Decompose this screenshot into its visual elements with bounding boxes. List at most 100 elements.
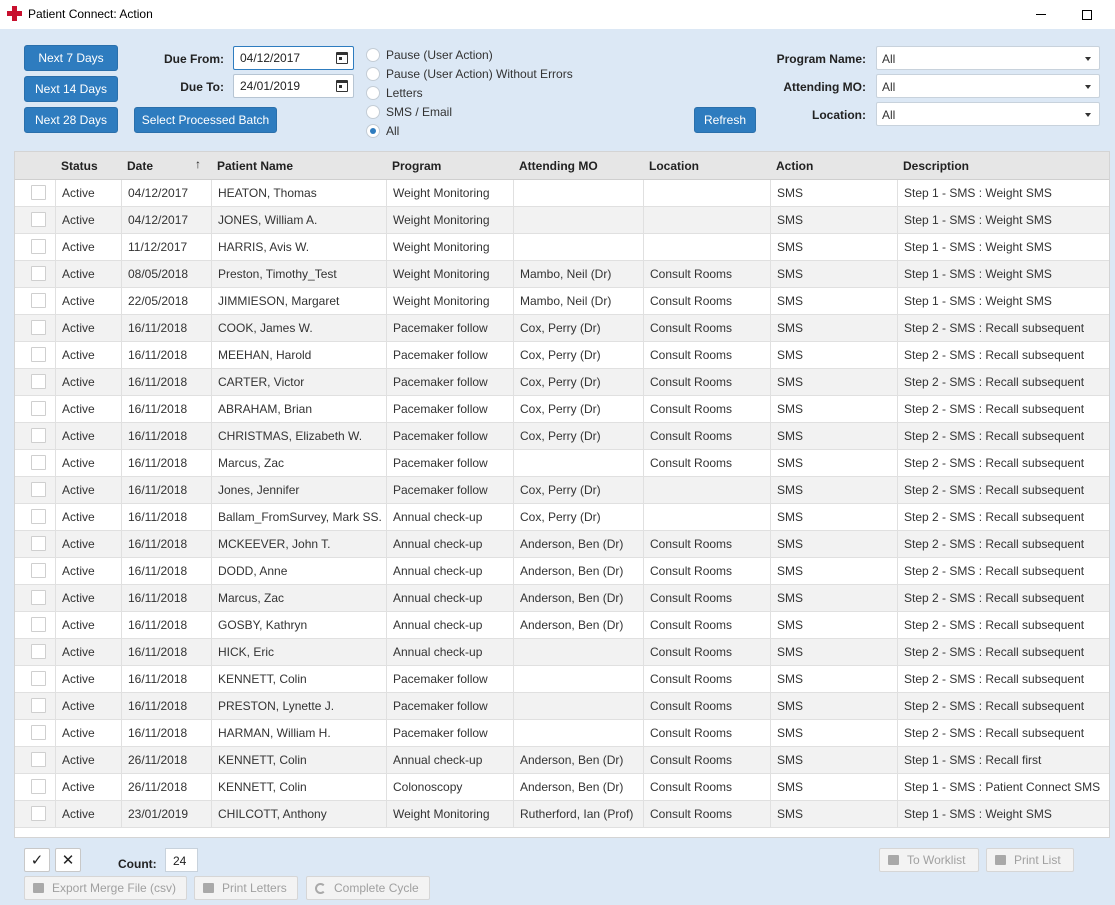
column-header-action[interactable]: Action: [776, 152, 813, 180]
location-select[interactable]: All: [876, 102, 1100, 126]
cell-location: Consult Rooms: [643, 315, 770, 342]
row-checkbox[interactable]: [31, 779, 46, 794]
column-header-patient-name[interactable]: Patient Name: [217, 152, 293, 180]
table-row[interactable]: Active 26/11/2018 KENNETT, Colin Colonoscop…: [15, 774, 1109, 801]
radio-indicator[interactable]: [366, 66, 380, 81]
cell-program: Pacemaker follow: [386, 315, 513, 342]
due-from-label: Due From:: [164, 52, 224, 66]
radio-sms-email[interactable]: SMS / Email: [366, 102, 452, 121]
maximize-button[interactable]: [1064, 0, 1110, 29]
cell-patient-name: HEATON, Thomas: [211, 180, 386, 207]
radio-indicator-selected[interactable]: [366, 123, 380, 138]
to-worklist-button[interactable]: To Worklist: [879, 848, 979, 872]
table-row[interactable]: Active 16/11/2018 Ballam_FromSurvey, Mark …: [15, 504, 1109, 531]
column-header-location[interactable]: Location: [649, 152, 699, 180]
row-checkbox[interactable]: [31, 239, 46, 254]
row-checkbox[interactable]: [31, 455, 46, 470]
radio-pause-without-errors[interactable]: Pause (User Action) Without Errors: [366, 64, 573, 83]
table-row[interactable]: Active 16/11/2018 HARMAN, William H. Pacema…: [15, 720, 1109, 747]
due-from-field[interactable]: 04/12/2017: [233, 46, 354, 70]
table-row[interactable]: Active 11/12/2017 HARRIS, Avis W. Weight Mo…: [15, 234, 1109, 261]
row-checkbox[interactable]: [31, 671, 46, 686]
complete-cycle-button[interactable]: Complete Cycle: [306, 876, 430, 900]
column-header-date[interactable]: Date ↑: [127, 152, 227, 180]
cell-patient-name: Jones, Jennifer: [211, 477, 386, 504]
table-row[interactable]: Active 16/11/2018 Jones, Jennifer Pacemaker…: [15, 477, 1109, 504]
table-row[interactable]: Active 26/11/2018 KENNETT, Colin Annual che…: [15, 747, 1109, 774]
cell-attending-mo: Anderson, Ben (Dr): [513, 612, 643, 639]
table-row[interactable]: Active 16/11/2018 MEEHAN, Harold Pacemaker …: [15, 342, 1109, 369]
cell-action: SMS: [770, 288, 897, 315]
table-row[interactable]: Active 23/01/2019 CHILCOTT, Anthony Weight …: [15, 801, 1109, 828]
calendar-icon[interactable]: [336, 52, 348, 64]
column-header-description[interactable]: Description: [903, 152, 969, 180]
row-checkbox[interactable]: [31, 644, 46, 659]
main-content: Next 7 Days Next 14 Days Next 28 Days Se…: [0, 29, 1115, 905]
next-7-days-button[interactable]: Next 7 Days: [24, 45, 118, 71]
row-checkbox[interactable]: [31, 185, 46, 200]
row-checkbox[interactable]: [31, 725, 46, 740]
radio-letters[interactable]: Letters: [366, 83, 423, 102]
table-row[interactable]: Active 16/11/2018 Marcus, Zac Pacemaker fol…: [15, 450, 1109, 477]
row-checkbox[interactable]: [31, 266, 46, 281]
row-checkbox[interactable]: [31, 806, 46, 821]
row-checkbox[interactable]: [31, 590, 46, 605]
row-checkbox[interactable]: [31, 212, 46, 227]
due-to-value: 24/01/2019: [240, 79, 301, 93]
cell-action: SMS: [770, 504, 897, 531]
table-row[interactable]: Active 16/11/2018 PRESTON, Lynette J. Pacem…: [15, 693, 1109, 720]
column-header-program[interactable]: Program: [392, 152, 441, 180]
due-to-field[interactable]: 24/01/2019: [233, 74, 354, 98]
clear-selection-button[interactable]: ✕: [55, 848, 81, 872]
table-row[interactable]: Active 16/11/2018 MCKEEVER, John T. Annual …: [15, 531, 1109, 558]
calendar-icon[interactable]: [336, 80, 348, 92]
row-checkbox[interactable]: [31, 617, 46, 632]
program-name-select[interactable]: All: [876, 46, 1100, 70]
cell-description: Step 2 - SMS : Recall subsequent: [897, 504, 1109, 531]
export-merge-file-button[interactable]: Export Merge File (csv): [24, 876, 187, 900]
table-row[interactable]: Active 16/11/2018 CHRISTMAS, Elizabeth W. P…: [15, 423, 1109, 450]
row-checkbox[interactable]: [31, 563, 46, 578]
row-checkbox[interactable]: [31, 347, 46, 362]
row-checkbox[interactable]: [31, 428, 46, 443]
radio-indicator[interactable]: [366, 104, 380, 119]
cell-action: SMS: [770, 585, 897, 612]
next-14-days-button[interactable]: Next 14 Days: [24, 76, 118, 102]
row-checkbox[interactable]: [31, 374, 46, 389]
table-row[interactable]: Active 16/11/2018 GOSBY, Kathryn Annual che…: [15, 612, 1109, 639]
table-row[interactable]: Active 16/11/2018 Marcus, Zac Annual check-…: [15, 585, 1109, 612]
table-row[interactable]: Active 16/11/2018 HICK, Eric Annual check-u…: [15, 639, 1109, 666]
table-row[interactable]: Active 16/11/2018 DODD, Anne Annual check-u…: [15, 558, 1109, 585]
row-checkbox[interactable]: [31, 509, 46, 524]
radio-indicator[interactable]: [366, 85, 380, 100]
radio-pause-user-action[interactable]: Pause (User Action): [366, 45, 493, 64]
row-checkbox[interactable]: [31, 320, 46, 335]
table-row[interactable]: Active 16/11/2018 COOK, James W. Pacemaker …: [15, 315, 1109, 342]
radio-all[interactable]: All: [366, 121, 399, 140]
column-header-attending-mo[interactable]: Attending MO: [519, 152, 598, 180]
select-all-button[interactable]: ✓: [24, 848, 50, 872]
row-checkbox[interactable]: [31, 536, 46, 551]
print-list-button[interactable]: Print List: [986, 848, 1074, 872]
select-processed-batch-button[interactable]: Select Processed Batch: [134, 107, 277, 133]
table-row[interactable]: Active 04/12/2017 JONES, William A. Weight …: [15, 207, 1109, 234]
table-row[interactable]: Active 04/12/2017 HEATON, Thomas Weight Mon…: [15, 180, 1109, 207]
minimize-button[interactable]: [1018, 0, 1064, 29]
table-row[interactable]: Active 16/11/2018 ABRAHAM, Brian Pacemaker …: [15, 396, 1109, 423]
next-28-days-button[interactable]: Next 28 Days: [24, 107, 118, 133]
row-checkbox[interactable]: [31, 752, 46, 767]
row-checkbox[interactable]: [31, 482, 46, 497]
cell-attending-mo: [513, 180, 643, 207]
column-header-status[interactable]: Status: [61, 152, 98, 180]
table-row[interactable]: Active 22/05/2018 JIMMIESON, Margaret Weigh…: [15, 288, 1109, 315]
print-letters-button[interactable]: Print Letters: [194, 876, 298, 900]
row-checkbox[interactable]: [31, 401, 46, 416]
attending-mo-select[interactable]: All: [876, 74, 1100, 98]
table-row[interactable]: Active 08/05/2018 Preston, Timothy_Test Wei…: [15, 261, 1109, 288]
table-row[interactable]: Active 16/11/2018 CARTER, Victor Pacemaker …: [15, 369, 1109, 396]
row-checkbox[interactable]: [31, 698, 46, 713]
table-row[interactable]: Active 16/11/2018 KENNETT, Colin Pacemaker …: [15, 666, 1109, 693]
footer-bar: ✓ ✕ Count: 24 To Worklist Print List Exp…: [0, 839, 1115, 905]
radio-indicator[interactable]: [366, 47, 380, 62]
row-checkbox[interactable]: [31, 293, 46, 308]
